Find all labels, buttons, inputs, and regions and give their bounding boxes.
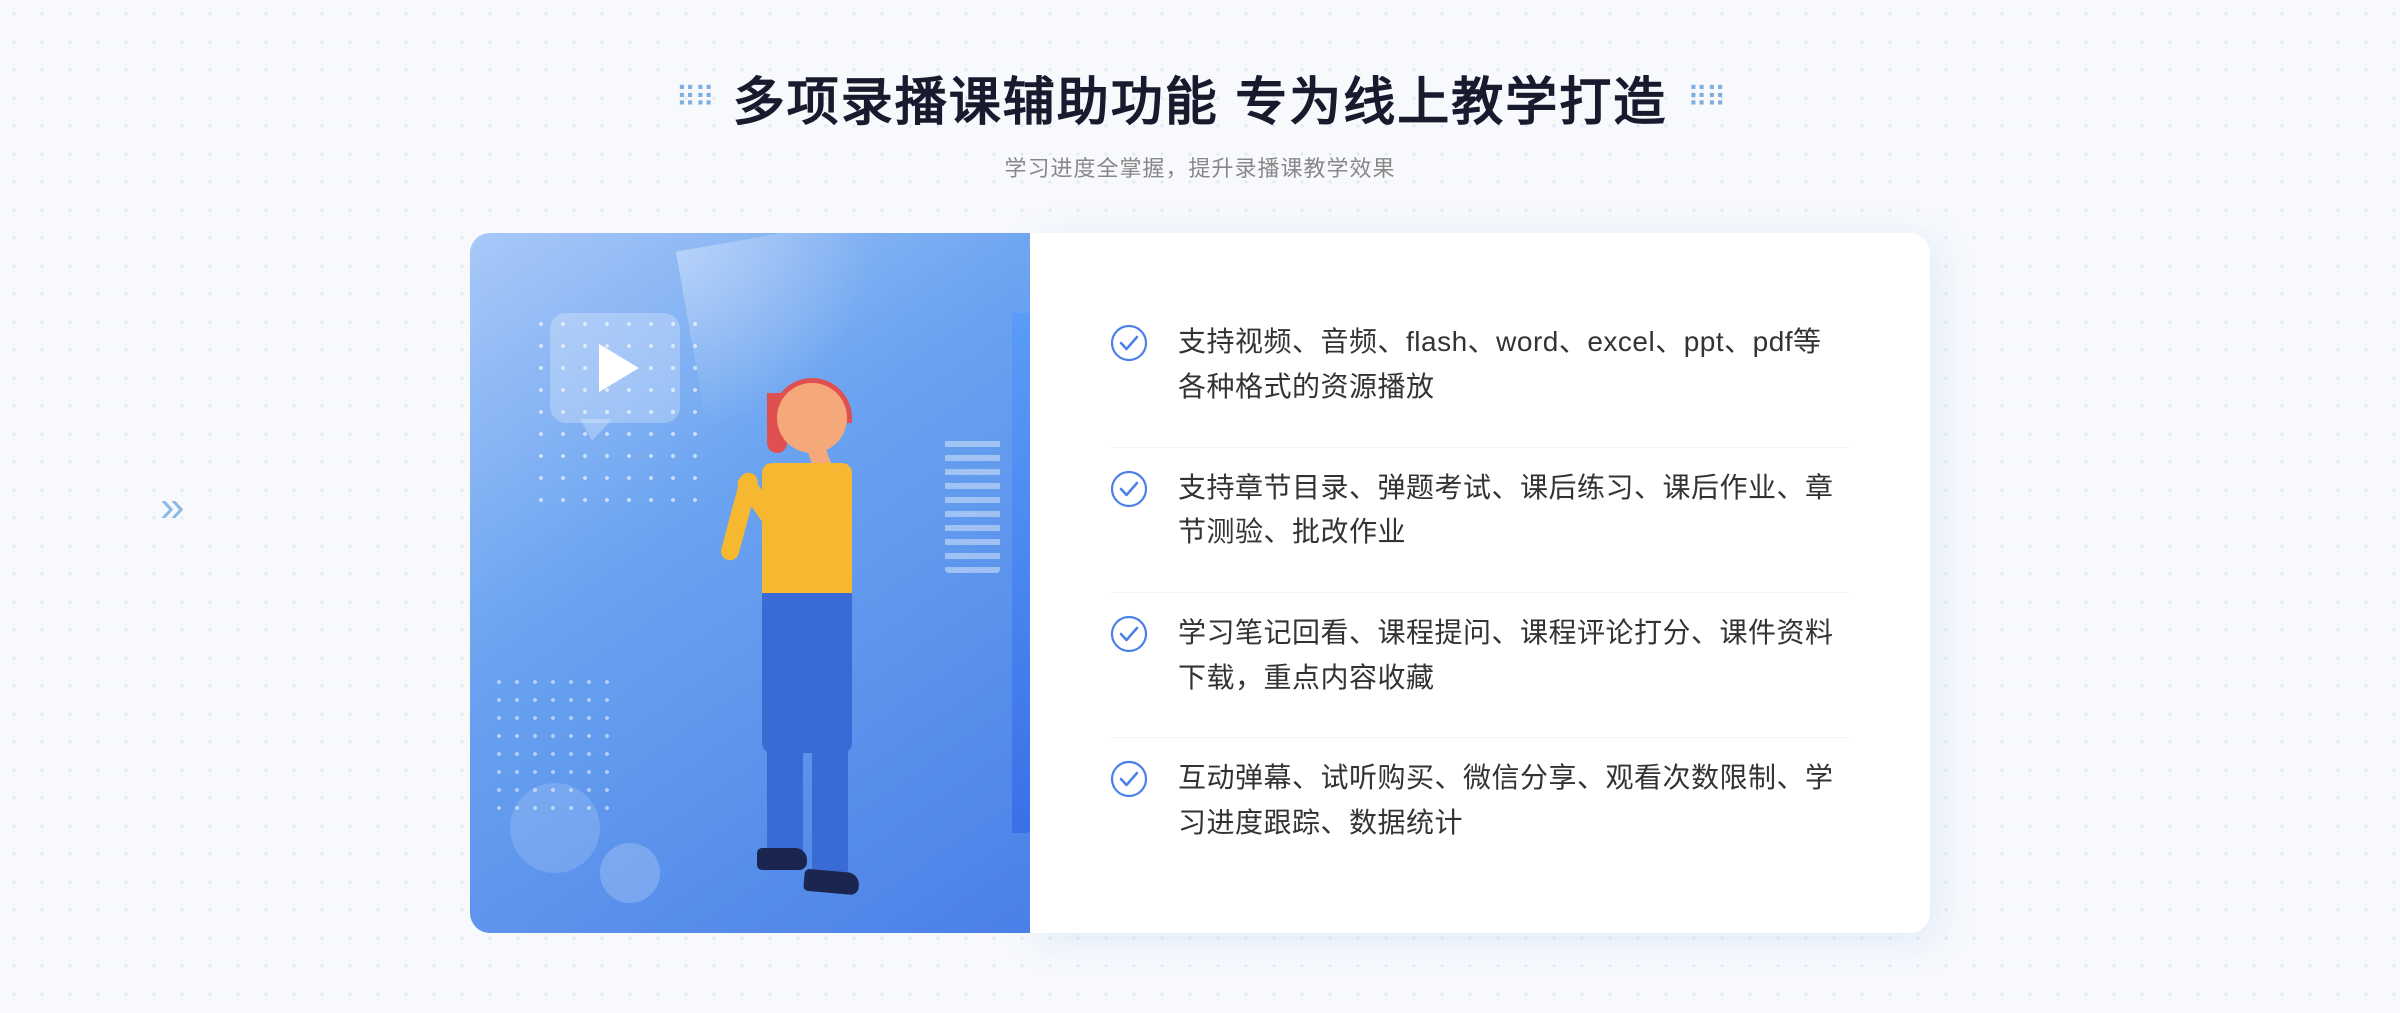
illustration-panel bbox=[470, 233, 1030, 933]
feature-item-2: 支持章节目录、弹题考试、课后练习、课后作业、章节测验、批改作业 bbox=[1110, 447, 1850, 574]
person-pants bbox=[762, 593, 852, 753]
feature-text-2: 支持章节目录、弹题考试、课后练习、课后作业、章节测验、批改作业 bbox=[1178, 466, 1850, 556]
check-icon-4 bbox=[1110, 760, 1148, 798]
check-icon-3 bbox=[1110, 615, 1148, 653]
person-shoe-left bbox=[757, 848, 807, 870]
check-icon-2 bbox=[1110, 470, 1148, 508]
content-section: 支持视频、音频、flash、word、excel、ppt、pdf等各种格式的资源… bbox=[470, 233, 1930, 933]
side-arrows-left: » bbox=[160, 482, 184, 532]
header-section: ⠿⠿ 多项录播课辅助功能 专为线上教学打造 ⠿⠿ 学习进度全掌握，提升录播课教学… bbox=[676, 60, 1724, 183]
title-row: ⠿⠿ 多项录播课辅助功能 专为线上教学打造 ⠿⠿ bbox=[676, 60, 1724, 135]
person-body bbox=[762, 463, 852, 603]
features-panel: 支持视频、音频、flash、word、excel、ppt、pdf等各种格式的资源… bbox=[1030, 233, 1930, 933]
page-title: 多项录播课辅助功能 专为线上教学打造 bbox=[733, 60, 1667, 135]
page-wrapper: ⠿⠿ 多项录播课辅助功能 专为线上教学打造 ⠿⠿ 学习进度全掌握，提升录播课教学… bbox=[0, 0, 2400, 1013]
feature-item-3: 学习笔记回看、课程提问、课程评论打分、课件资料下载，重点内容收藏 bbox=[1110, 592, 1850, 719]
person-figure bbox=[622, 373, 942, 933]
person-shoe-right bbox=[803, 869, 860, 896]
circle-decoration-1 bbox=[510, 783, 600, 873]
feature-text-1: 支持视频、音频、flash、word、excel、ppt、pdf等各种格式的资源… bbox=[1178, 320, 1850, 410]
feature-item-4: 互动弹幕、试听购买、微信分享、观看次数限制、学习进度跟踪、数据统计 bbox=[1110, 737, 1850, 864]
feature-text-3: 学习笔记回看、课程提问、课程评论打分、课件资料下载，重点内容收藏 bbox=[1178, 611, 1850, 701]
stripe-decoration bbox=[945, 433, 1000, 573]
blue-vertical-bar bbox=[1012, 313, 1030, 833]
page-subtitle: 学习进度全掌握，提升录播课教学效果 bbox=[676, 151, 1724, 183]
person-arm-down bbox=[719, 471, 760, 563]
feature-text-4: 互动弹幕、试听购买、微信分享、观看次数限制、学习进度跟踪、数据统计 bbox=[1178, 756, 1850, 846]
title-dots-right: ⠿⠿ bbox=[1687, 81, 1724, 114]
feature-item-1: 支持视频、音频、flash、word、excel、ppt、pdf等各种格式的资源… bbox=[1110, 302, 1850, 428]
check-icon-1 bbox=[1110, 324, 1148, 362]
person-leg-left bbox=[767, 743, 803, 863]
title-dots-left: ⠿⠿ bbox=[676, 81, 713, 114]
person-leg-right bbox=[812, 743, 848, 883]
